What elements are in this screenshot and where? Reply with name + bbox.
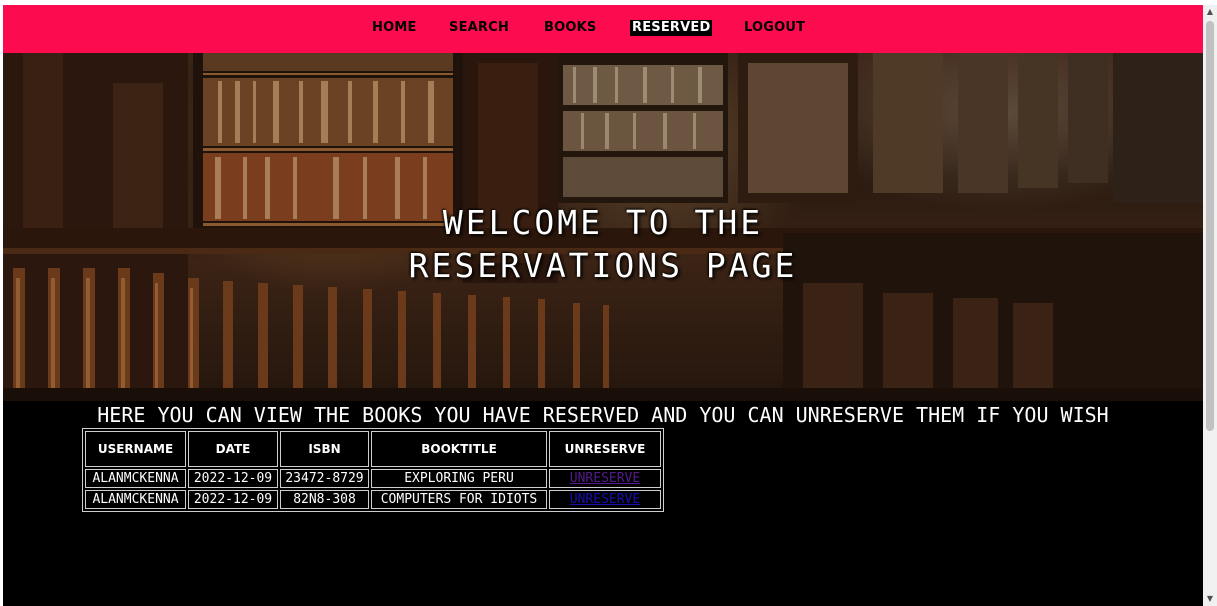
table-header-row: USERNAME DATE ISBN BOOKTITLE UNRESERVE (85, 431, 661, 467)
header-date: DATE (188, 431, 278, 467)
nav-reserved[interactable]: RESERVED (630, 20, 713, 36)
hero-title-line2: RESERVATIONS PAGE (408, 246, 798, 285)
cell-isbn: 82N8-308 (280, 490, 369, 509)
hero-banner: WELCOME TO THE RESERVATIONS PAGE (3, 53, 1203, 401)
header-isbn: ISBN (280, 431, 369, 467)
header-username: USERNAME (85, 431, 186, 467)
table-row: ALANMCKENNA 2022-12-09 82N8-308 COMPUTER… (85, 490, 661, 509)
nav-home[interactable]: HOME (372, 20, 417, 36)
table-row: ALANMCKENNA 2022-12-09 23472-8729 EXPLOR… (85, 469, 661, 488)
cell-unreserve: UNRESERVE (549, 490, 661, 509)
vertical-scrollbar[interactable]: ▲ ▼ (1203, 5, 1217, 606)
cell-booktitle: EXPLORING PERU (371, 469, 547, 488)
hero-title-line1: WELCOME TO THE (442, 203, 764, 242)
header-booktitle: BOOKTITLE (371, 431, 547, 467)
scrollbar-thumb[interactable] (1206, 21, 1214, 431)
header-unreserve: UNRESERVE (549, 431, 661, 467)
cell-unreserve: UNRESERVE (549, 469, 661, 488)
cell-username: ALANMCKENNA (85, 490, 186, 509)
page-subtitle: HERE YOU CAN VIEW THE BOOKS YOU HAVE RES… (97, 403, 1109, 427)
nav-books[interactable]: BOOKS (544, 20, 596, 36)
cell-date: 2022-12-09 (188, 490, 278, 509)
nav-logout[interactable]: LOGOUT (744, 20, 805, 36)
reservations-table: USERNAME DATE ISBN BOOKTITLE UNRESERVE A… (82, 428, 664, 512)
navbar: HOME SEARCH BOOKS RESERVED LOGOUT (3, 5, 1203, 53)
cell-username: ALANMCKENNA (85, 469, 186, 488)
cell-isbn: 23472-8729 (280, 469, 369, 488)
unreserve-link[interactable]: UNRESERVE (570, 471, 640, 486)
scroll-up-arrow-icon[interactable]: ▲ (1203, 5, 1217, 19)
cell-booktitle: COMPUTERS FOR IDIOTS (371, 490, 547, 509)
nav-search[interactable]: SEARCH (449, 20, 509, 36)
scroll-down-arrow-icon[interactable]: ▼ (1203, 592, 1217, 606)
cell-date: 2022-12-09 (188, 469, 278, 488)
page-frame: HOME SEARCH BOOKS RESERVED LOGOUT WELCOM… (3, 5, 1203, 606)
hero-title: WELCOME TO THE RESERVATIONS PAGE (3, 201, 1203, 287)
unreserve-link[interactable]: UNRESERVE (570, 492, 640, 507)
